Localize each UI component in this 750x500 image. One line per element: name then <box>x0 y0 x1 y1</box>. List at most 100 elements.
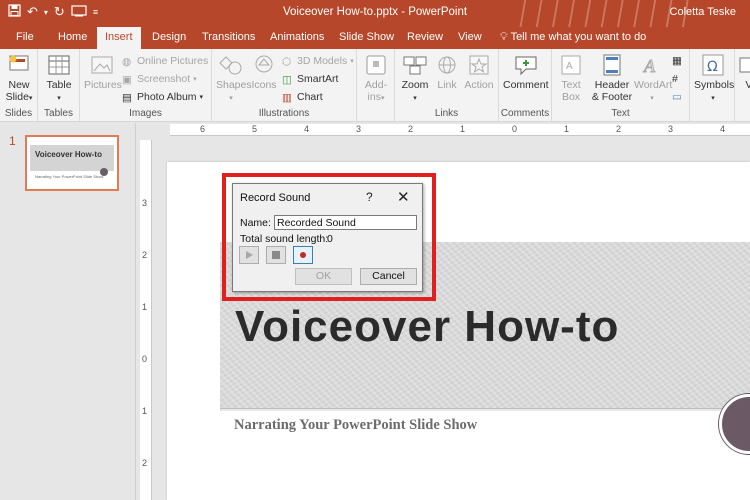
smartart-icon: ◫ <box>282 73 292 86</box>
icons-button[interactable]: Icons <box>250 53 278 91</box>
stop-button[interactable] <box>266 246 286 264</box>
group-label-images: Images <box>129 108 162 119</box>
screenshot-icon: ▣ <box>122 73 132 86</box>
shapes-button[interactable]: Shapes ▾ <box>216 53 252 105</box>
title-band-underline <box>220 408 750 411</box>
calendar-icon: ▦ <box>672 55 682 67</box>
video-button[interactable]: Vi <box>737 53 750 91</box>
pictures-icon <box>91 56 113 74</box>
action-icon <box>469 55 489 75</box>
online-pictures-button[interactable]: ◍ Online Pictures <box>122 55 208 68</box>
horizontal-ruler[interactable]: 6 5 4 3 2 1 0 1 2 3 4 <box>170 124 750 136</box>
tab-review[interactable]: Review <box>407 31 443 43</box>
action-button[interactable]: Action <box>463 53 495 91</box>
pictures-button[interactable]: Pictures <box>84 53 122 91</box>
object-button[interactable]: ▭ <box>672 91 684 103</box>
ok-button[interactable]: OK <box>295 268 352 285</box>
group-media: Vi <box>735 49 750 121</box>
tab-animations[interactable]: Animations <box>270 31 324 43</box>
record-button[interactable] <box>293 246 313 264</box>
tell-me-text: Tell me what you want to do <box>510 31 647 43</box>
tab-home[interactable]: Home <box>58 31 87 43</box>
addins-button[interactable]: Add-ins▾ <box>361 53 391 105</box>
chart-button[interactable]: ▥ Chart <box>282 91 323 104</box>
thumbnail-subtitle: Narrating Your PowerPoint Slide Show <box>35 174 104 179</box>
ruler-label: 2 <box>142 458 148 468</box>
table-button[interactable]: Table ▾ <box>44 53 74 105</box>
ruler-label: 1 <box>142 406 148 416</box>
help-button[interactable]: ? <box>366 190 373 204</box>
vertical-ruler[interactable]: 3 2 1 0 1 2 <box>140 140 152 500</box>
group-label-illustrations: Illustrations <box>258 108 310 119</box>
tab-design[interactable]: Design <box>152 31 186 43</box>
ribbon: New Slide▾ Slides Table ▾ Tables Pictures… <box>0 49 750 122</box>
ribbon-tabs: File Home Insert Design Transitions Anim… <box>0 27 750 49</box>
group-label-slides: Slides <box>4 108 33 119</box>
ruler-label: 3 <box>668 124 674 134</box>
omega-icon: Ω <box>702 54 724 76</box>
group-label-text: Text <box>611 108 630 119</box>
dialog-title: Record Sound <box>240 192 311 204</box>
sound-name-input[interactable] <box>274 215 417 230</box>
slide-number-button[interactable]: # <box>672 73 684 85</box>
group-links: Zoom ▾ Link Action Links <box>395 49 499 121</box>
ruler-label: 0 <box>142 354 148 364</box>
symbols-button[interactable]: Ω Symbols ▾ <box>694 53 734 105</box>
tab-transitions[interactable]: Transitions <box>202 31 255 43</box>
icons-icon <box>255 55 273 73</box>
globe-icon: ◍ <box>122 55 132 68</box>
comment-button[interactable]: Comment <box>503 53 549 91</box>
ruler-label: 0 <box>512 124 518 134</box>
ruler-label: 1 <box>460 124 466 134</box>
slide-thumbnails-pane: 1 Voiceover How-to Narrating Your PowerP… <box>0 123 136 500</box>
record-sound-dialog: Record Sound ? ✕ Name: Total sound lengt… <box>232 183 423 292</box>
slide-subtitle[interactable]: Narrating Your PowerPoint Slide Show <box>234 417 477 434</box>
group-slides: New Slide▾ Slides <box>0 49 38 121</box>
stop-icon <box>272 251 280 259</box>
group-tables: Table ▾ Tables <box>38 49 80 121</box>
group-label-comments: Comments <box>500 108 550 119</box>
text-box-icon: A <box>561 55 581 75</box>
text-box-button[interactable]: A Text Box <box>556 53 586 103</box>
smartart-button[interactable]: ◫ SmartArt <box>282 73 338 86</box>
date-time-button[interactable]: ▦ <box>672 55 684 67</box>
header-footer-icon <box>603 54 621 76</box>
tab-slide-show[interactable]: Slide Show <box>339 31 394 43</box>
svg-text:A: A <box>566 61 573 72</box>
tell-me-box[interactable]: 💡︎ Tell me what you want to do <box>500 31 646 44</box>
link-button[interactable]: Link <box>433 53 461 91</box>
close-icon[interactable]: ✕ <box>397 188 410 206</box>
group-text: A Text Box Header & Footer A WordArt ▾ ▦ # … <box>552 49 690 121</box>
photo-album-button[interactable]: ▤ Photo Album ▾ <box>122 91 203 104</box>
group-images: Pictures ◍ Online Pictures ▣ Screenshot ▾ ▤… <box>80 49 212 121</box>
svg-text:Ω: Ω <box>707 59 718 75</box>
slide-thumbnail[interactable]: Voiceover How-to Narrating Your PowerPoi… <box>25 135 119 191</box>
wordart-icon: A <box>643 56 657 77</box>
group-illustrations: Shapes ▾ Icons ⬡ 3D Models ▾ ◫ SmartArt ▥ Cha… <box>212 49 357 121</box>
new-slide-button[interactable]: New Slide▾ <box>4 53 34 105</box>
tab-file[interactable]: File <box>16 31 34 43</box>
zoom-icon <box>403 56 427 75</box>
ruler-label: 3 <box>142 198 148 208</box>
ruler-label: 4 <box>304 124 310 134</box>
tab-insert[interactable]: Insert <box>97 27 141 49</box>
title-bar: ↶ ▾ ↻ ≡ Voiceover How-to.pptx - PowerPoi… <box>0 0 750 27</box>
sound-length-value: 0 <box>327 233 333 245</box>
ruler-label: 2 <box>142 250 148 260</box>
header-footer-button[interactable]: Header & Footer <box>590 53 634 103</box>
thumbnail-title: Voiceover How-to <box>35 150 102 159</box>
3d-models-button[interactable]: ⬡ 3D Models ▾ <box>282 55 354 68</box>
new-slide-icon <box>9 55 29 71</box>
screenshot-button[interactable]: ▣ Screenshot ▾ <box>122 73 197 86</box>
user-name[interactable]: Coletta Teske <box>670 6 736 18</box>
thumbnail-circle <box>100 168 108 176</box>
zoom-button[interactable]: Zoom ▾ <box>399 53 431 105</box>
cancel-button[interactable]: Cancel <box>360 268 417 285</box>
play-button[interactable] <box>239 246 259 264</box>
group-addins: Add-ins▾ <box>357 49 395 121</box>
wordart-button[interactable]: A WordArt ▾ <box>634 53 672 105</box>
ruler-label: 5 <box>252 124 258 134</box>
slide-title[interactable]: Voiceover How-to <box>235 302 619 352</box>
name-label: Name: <box>240 217 271 229</box>
tab-view[interactable]: View <box>458 31 482 43</box>
